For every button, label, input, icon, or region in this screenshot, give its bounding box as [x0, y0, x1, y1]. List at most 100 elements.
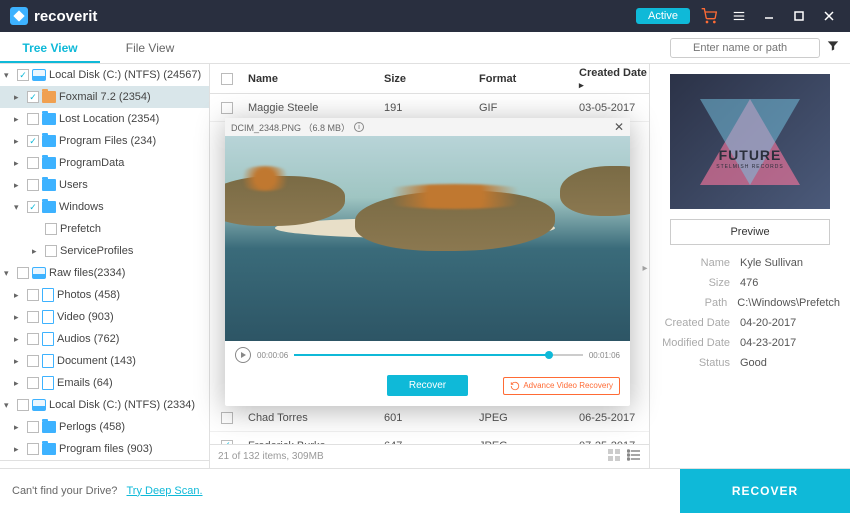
close-icon[interactable] — [818, 5, 840, 27]
tree-checkbox[interactable] — [17, 399, 29, 411]
chevron-icon[interactable]: ▸ — [14, 334, 24, 345]
logo-icon — [10, 7, 28, 25]
table-row[interactable]: Chad Torres601JPEG06-25-2017 — [210, 404, 649, 432]
folder-icon — [42, 113, 56, 125]
tree-item[interactable]: ▸Program files (903) — [0, 438, 209, 460]
menu-icon[interactable] — [728, 5, 750, 27]
file-icon — [42, 288, 54, 302]
tree-checkbox[interactable] — [27, 135, 39, 147]
modal-recover-button[interactable]: Recover — [387, 375, 468, 396]
tree-checkbox[interactable] — [27, 311, 39, 323]
chevron-icon[interactable]: ▾ — [4, 400, 14, 411]
chevron-icon[interactable]: ▾ — [4, 70, 14, 81]
chevron-icon[interactable]: ▸ — [14, 114, 24, 125]
active-badge[interactable]: Active — [636, 8, 690, 24]
tree-item[interactable]: ▸Document (143) — [0, 350, 209, 372]
search-wrap — [670, 38, 820, 58]
tree-checkbox[interactable] — [45, 245, 57, 257]
tree-item[interactable]: ▸ProgramData — [0, 152, 209, 174]
chevron-icon[interactable]: ▾ — [14, 202, 24, 213]
chevron-icon[interactable]: ▸ — [14, 422, 24, 433]
play-icon[interactable] — [235, 347, 251, 363]
tree-item[interactable]: ▸ServiceProfiles — [0, 240, 209, 262]
tree-checkbox[interactable] — [27, 355, 39, 367]
tree-checkbox[interactable] — [27, 421, 39, 433]
deep-scan-link[interactable]: Try Deep Scan. — [127, 485, 203, 497]
tree-checkbox[interactable] — [17, 267, 29, 279]
chevron-icon[interactable]: ▸ — [14, 378, 24, 389]
grid-view-icon[interactable] — [607, 448, 621, 465]
maximize-icon[interactable] — [788, 5, 810, 27]
table-header: Name Size Format Created Date ▸ — [210, 64, 649, 94]
chevron-icon[interactable]: ▾ — [4, 268, 14, 279]
tree-checkbox[interactable] — [27, 179, 39, 191]
list-view-icon[interactable] — [627, 448, 641, 465]
meta-name: Kyle Sullivan — [740, 257, 803, 269]
chevron-icon[interactable]: ▸ — [14, 290, 24, 301]
chevron-icon[interactable]: ▸ — [14, 180, 24, 191]
recover-button[interactable]: RECOVER — [680, 469, 850, 513]
progress-bar[interactable] — [294, 354, 583, 356]
folder-icon — [42, 421, 56, 433]
chevron-icon[interactable]: ▸ — [14, 92, 24, 103]
tree-checkbox[interactable] — [27, 113, 39, 125]
select-all-checkbox[interactable] — [221, 73, 233, 85]
status-line: 21 of 132 items, 309MB — [210, 444, 649, 468]
cell-date: 06-25-2017 — [579, 412, 649, 424]
col-size[interactable]: Size — [384, 73, 479, 85]
tree-item[interactable]: ▸Program Files (234) — [0, 130, 209, 152]
tab-file-view[interactable]: File View — [100, 32, 200, 63]
tree-item[interactable]: ▸Audios (762) — [0, 328, 209, 350]
tree-checkbox[interactable] — [27, 289, 39, 301]
search-input[interactable] — [670, 38, 820, 58]
folder-icon — [42, 443, 56, 455]
info-icon[interactable]: i — [354, 122, 364, 132]
table-row[interactable]: Frederick Burke647JPEG07-25-2017 — [210, 432, 649, 444]
tree-checkbox[interactable] — [27, 377, 39, 389]
tab-tree-view[interactable]: Tree View — [0, 32, 100, 63]
tree-checkbox[interactable] — [27, 333, 39, 345]
row-checkbox[interactable] — [221, 412, 233, 424]
tree-item[interactable]: ▸Perlogs (458) — [0, 416, 209, 438]
chevron-icon[interactable]: ▸ — [14, 136, 24, 147]
cell-name: Chad Torres — [244, 412, 384, 424]
chevron-icon[interactable]: ▸ — [14, 312, 24, 323]
filter-icon[interactable] — [826, 39, 840, 56]
tree-item[interactable]: ▾Windows — [0, 196, 209, 218]
footer: Can't find your Drive? Try Deep Scan. RE… — [0, 468, 850, 512]
tree-item[interactable]: ▸Video (903) — [0, 306, 209, 328]
modal-avr-button[interactable]: Advance Video Recovery — [503, 377, 620, 395]
chevron-icon[interactable]: ▸ — [14, 158, 24, 169]
tree-item[interactable]: ▾Raw files(2334) — [0, 262, 209, 284]
tree-item[interactable]: ▸Emails (64) — [0, 372, 209, 394]
preview-button[interactable]: Previwe — [670, 219, 830, 245]
tree-checkbox[interactable] — [27, 443, 39, 455]
tree-item[interactable]: ▾Local Disk (C:) (NTFS) (2334) — [0, 394, 209, 416]
chevron-icon[interactable]: ▸ — [14, 444, 24, 455]
tree-item[interactable]: ▸Foxmail 7.2 (2354) — [0, 86, 209, 108]
minimize-icon[interactable] — [758, 5, 780, 27]
modal-close-icon[interactable]: ✕ — [614, 120, 624, 134]
cart-icon[interactable] — [698, 5, 720, 27]
tree-item[interactable]: Prefetch — [0, 218, 209, 240]
tree-checkbox[interactable] — [27, 157, 39, 169]
tree-checkbox[interactable] — [27, 201, 39, 213]
advance-video-recovery-bar[interactable]: Advance Video Recovery Ultimate — [0, 460, 209, 468]
tree-item[interactable]: ▾Local Disk (C:) (NTFS) (24567) — [0, 64, 209, 86]
col-name[interactable]: Name — [244, 73, 384, 85]
tree-item[interactable]: ▸Photos (458) — [0, 284, 209, 306]
tree-item[interactable]: ▸Lost Location (2354) — [0, 108, 209, 130]
panel-expand-handle[interactable]: ▸ — [640, 258, 650, 278]
tree-label: Prefetch — [60, 223, 101, 235]
col-created-date[interactable]: Created Date ▸ — [579, 67, 649, 91]
tree-label: Users — [59, 179, 88, 191]
col-format[interactable]: Format — [479, 73, 579, 85]
tree-item[interactable]: ▸ Users — [0, 174, 209, 196]
row-checkbox[interactable] — [221, 102, 233, 114]
chevron-icon[interactable]: ▸ — [14, 356, 24, 367]
tree-checkbox[interactable] — [27, 91, 39, 103]
tree-checkbox[interactable] — [45, 223, 57, 235]
chevron-icon[interactable]: ▸ — [32, 246, 42, 257]
disk-icon — [32, 267, 46, 279]
tree-checkbox[interactable] — [17, 69, 29, 81]
